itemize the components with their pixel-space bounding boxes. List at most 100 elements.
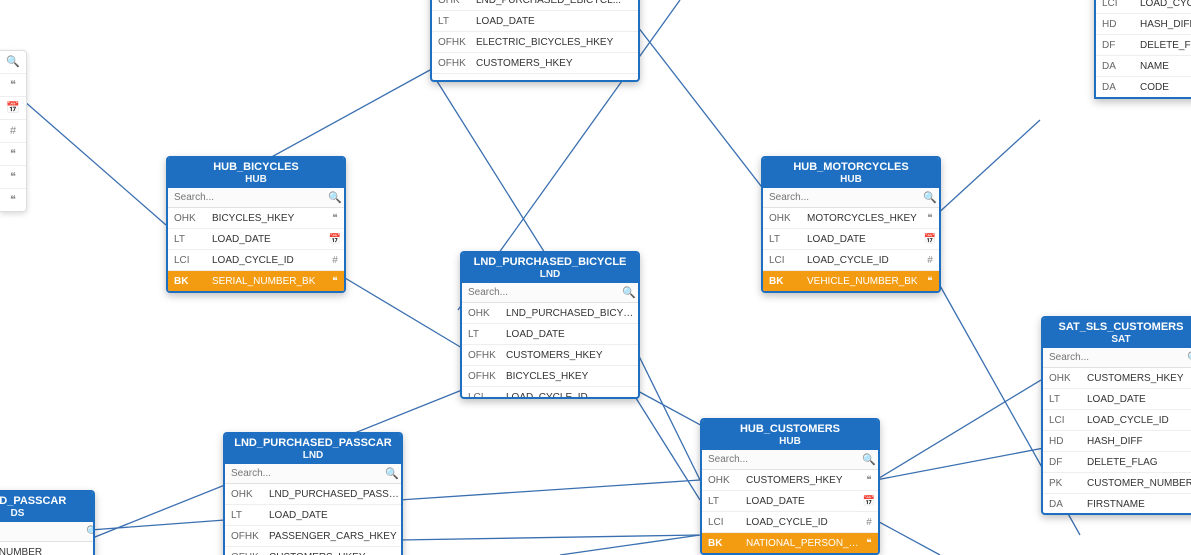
search-input[interactable] bbox=[0, 522, 86, 541]
search-icon[interactable]: 🔍 bbox=[326, 191, 344, 204]
table-row: LCILOAD_CYCLE_ID# bbox=[763, 249, 939, 270]
table-row: OHKCUSTOMERS_HKEY❝ bbox=[702, 470, 878, 490]
quote-icon: ❝ bbox=[860, 538, 878, 549]
entity-lnd-purchased-passcar[interactable]: LND_PURCHASED_PASSCAR LND 🔍 OHKLND_PURCH… bbox=[223, 432, 403, 555]
search-icon[interactable]: 🔍 bbox=[620, 286, 638, 299]
search-icon[interactable]: 🔍 bbox=[0, 51, 26, 74]
table-row: OHKLND_PURCHASED_EBICYCL... bbox=[432, 0, 638, 10]
table-row: LCILOAD_CYCLE_ID bbox=[432, 73, 638, 80]
search-input[interactable] bbox=[462, 283, 620, 302]
entity-top-lnd[interactable]: OHKLND_PURCHASED_EBICYCL... LTLOAD_DATE … bbox=[430, 0, 640, 82]
entity-subtitle: LND bbox=[229, 450, 397, 462]
entity-title: HUB_BICYCLES bbox=[172, 161, 340, 174]
calendar-icon: 📅 bbox=[921, 234, 939, 245]
search-icon[interactable]: 🔍 bbox=[921, 191, 939, 204]
entity-subtitle: HUB bbox=[767, 174, 935, 186]
table-row: OHKCUSTOMERS_HKEY bbox=[1043, 368, 1191, 388]
table-row: OFHKCUSTOMERS_HKEY bbox=[462, 344, 638, 365]
calendar-icon: 📅 bbox=[860, 496, 878, 507]
table-row: HDHASH_DIFF bbox=[1096, 13, 1191, 34]
entity-header[interactable]: HUB_BICYCLES HUB bbox=[168, 158, 344, 188]
search-icon[interactable]: 🔍 bbox=[86, 525, 95, 538]
quote-icon: ❝ bbox=[326, 213, 344, 224]
entity-search-row: 🔍 bbox=[168, 188, 344, 208]
quote-icon-2[interactable]: ❝ bbox=[0, 143, 26, 166]
entity-title: HUB_CUSTOMERS bbox=[706, 423, 874, 436]
table-row: LCILOAD_CYCLE bbox=[1096, 0, 1191, 13]
table-row: LTLOAD_DATE📅 bbox=[763, 228, 939, 249]
search-input[interactable] bbox=[1043, 348, 1187, 367]
table-row: DACODE bbox=[1096, 76, 1191, 97]
table-row: HDHASH_DIFF bbox=[1043, 430, 1191, 451]
quote-icon-4[interactable]: ❝ bbox=[0, 189, 26, 211]
entity-bottom-left-partial[interactable]: HASED_PASSCAR DS 🔍 R_NUMBER bbox=[0, 490, 95, 555]
table-row: LCILOAD_CYCLE_ID bbox=[1043, 409, 1191, 430]
entity-header[interactable]: LND_PURCHASED_BICYCLE LND bbox=[462, 253, 638, 283]
hash-icon: # bbox=[860, 517, 878, 528]
quote-icon[interactable]: ❝ bbox=[0, 74, 26, 97]
entity-header[interactable]: HASED_PASSCAR DS bbox=[0, 492, 93, 522]
table-row: OHKBICYCLES_HKEY❝ bbox=[168, 208, 344, 228]
diagram-canvas[interactable]: 🔍 ❝ 📅 # ❝ ❝ ❝ OHKLND_PURCHASED_EBICYCL..… bbox=[0, 0, 1191, 555]
quote-icon: ❝ bbox=[860, 475, 878, 486]
table-row: DANAME bbox=[1096, 55, 1191, 76]
table-row: LTLOAD_DATE bbox=[432, 10, 638, 31]
entity-header[interactable]: HUB_CUSTOMERS HUB bbox=[702, 420, 878, 450]
table-row: OHKMOTORCYCLES_HKEY❝ bbox=[763, 208, 939, 228]
quote-icon-3[interactable]: ❝ bbox=[0, 166, 26, 189]
search-input[interactable] bbox=[702, 450, 860, 469]
table-row: LTLOAD_DATE bbox=[225, 504, 401, 525]
calendar-icon[interactable]: 📅 bbox=[0, 97, 26, 120]
search-icon[interactable]: 🔍 bbox=[1187, 351, 1191, 364]
entity-header[interactable]: SAT_SLS_CUSTOMERS SAT bbox=[1043, 318, 1191, 348]
table-row: OFHKCUSTOMERS_HKEY bbox=[225, 546, 401, 555]
quote-icon: ❝ bbox=[326, 276, 344, 287]
toolbar-strip: 🔍 ❝ 📅 # ❝ ❝ ❝ bbox=[0, 50, 27, 212]
table-row: DFDELETE_FLAG bbox=[1096, 34, 1191, 55]
search-icon[interactable]: 🔍 bbox=[383, 467, 401, 480]
hash-icon[interactable]: # bbox=[0, 120, 26, 143]
table-row: DFDELETE_FLAG bbox=[1043, 451, 1191, 472]
search-input[interactable] bbox=[168, 188, 326, 207]
table-row-bk: BKVEHICLE_NUMBER_BK❝ bbox=[763, 270, 939, 291]
search-icon[interactable]: 🔍 bbox=[860, 453, 878, 466]
entity-title: HASED_PASSCAR bbox=[0, 495, 89, 508]
table-row: LTLOAD_DATE📅 bbox=[702, 490, 878, 511]
entity-search-row: 🔍 bbox=[1043, 348, 1191, 368]
entity-title: SAT_SLS_CUSTOMERS bbox=[1047, 321, 1191, 334]
table-row: LTLOAD_DATE bbox=[1043, 388, 1191, 409]
entity-subtitle: DS bbox=[0, 508, 89, 520]
table-row: OHKLND_PURCHASED_BICYCLE... bbox=[462, 303, 638, 323]
search-input[interactable] bbox=[225, 464, 383, 483]
entity-hub-customers[interactable]: HUB_CUSTOMERS HUB 🔍 OHKCUSTOMERS_HKEY❝ L… bbox=[700, 418, 880, 555]
entity-search-row: 🔍 bbox=[462, 283, 638, 303]
table-row: PKCUSTOMER_NUMBER bbox=[1043, 472, 1191, 493]
entity-sat-top-right[interactable]: LTLOAD_DATE LCILOAD_CYCLE HDHASH_DIFF DF… bbox=[1094, 0, 1191, 99]
entity-title: HUB_MOTORCYCLES bbox=[767, 161, 935, 174]
table-row-bk: BKSERIAL_NUMBER_BK❝ bbox=[168, 270, 344, 291]
table-row: LTLOAD_DATE bbox=[462, 323, 638, 344]
table-row: LCILOAD_CYCLE_ID# bbox=[168, 249, 344, 270]
entity-subtitle: HUB bbox=[172, 174, 340, 186]
entity-title: LND_PURCHASED_PASSCAR bbox=[229, 437, 397, 450]
entity-header[interactable]: LND_PURCHASED_PASSCAR LND bbox=[225, 434, 401, 464]
entity-subtitle: HUB bbox=[706, 436, 874, 448]
table-row-bk: BKNATIONAL_PERSON_ID_...❝ bbox=[702, 532, 878, 553]
hash-icon: # bbox=[921, 255, 939, 266]
entity-search-row: 🔍 bbox=[225, 464, 401, 484]
table-row: LCILOAD_CYCLE_ID bbox=[462, 386, 638, 397]
search-input[interactable] bbox=[763, 188, 921, 207]
quote-icon: ❝ bbox=[921, 276, 939, 287]
entity-lnd-purchased-bicycle[interactable]: LND_PURCHASED_BICYCLE LND 🔍 OHKLND_PURCH… bbox=[460, 251, 640, 399]
entity-sat-sls-customers[interactable]: SAT_SLS_CUSTOMERS SAT 🔍 OHKCUSTOMERS_HKE… bbox=[1041, 316, 1191, 515]
hash-icon: # bbox=[326, 255, 344, 266]
entity-header[interactable]: HUB_MOTORCYCLES HUB bbox=[763, 158, 939, 188]
entity-hub-motorcycles[interactable]: HUB_MOTORCYCLES HUB 🔍 OHKMOTORCYCLES_HKE… bbox=[761, 156, 941, 293]
entity-hub-bicycles[interactable]: HUB_BICYCLES HUB 🔍 OHKBICYCLES_HKEY❝ LTL… bbox=[166, 156, 346, 293]
entity-search-row: 🔍 bbox=[0, 522, 93, 542]
table-row: OFHKELECTRIC_BICYCLES_HKEY bbox=[432, 31, 638, 52]
quote-icon: ❝ bbox=[921, 213, 939, 224]
table-row: OFHKBICYCLES_HKEY bbox=[462, 365, 638, 386]
entity-subtitle: SAT bbox=[1047, 334, 1191, 346]
entity-subtitle: LND bbox=[466, 269, 634, 281]
